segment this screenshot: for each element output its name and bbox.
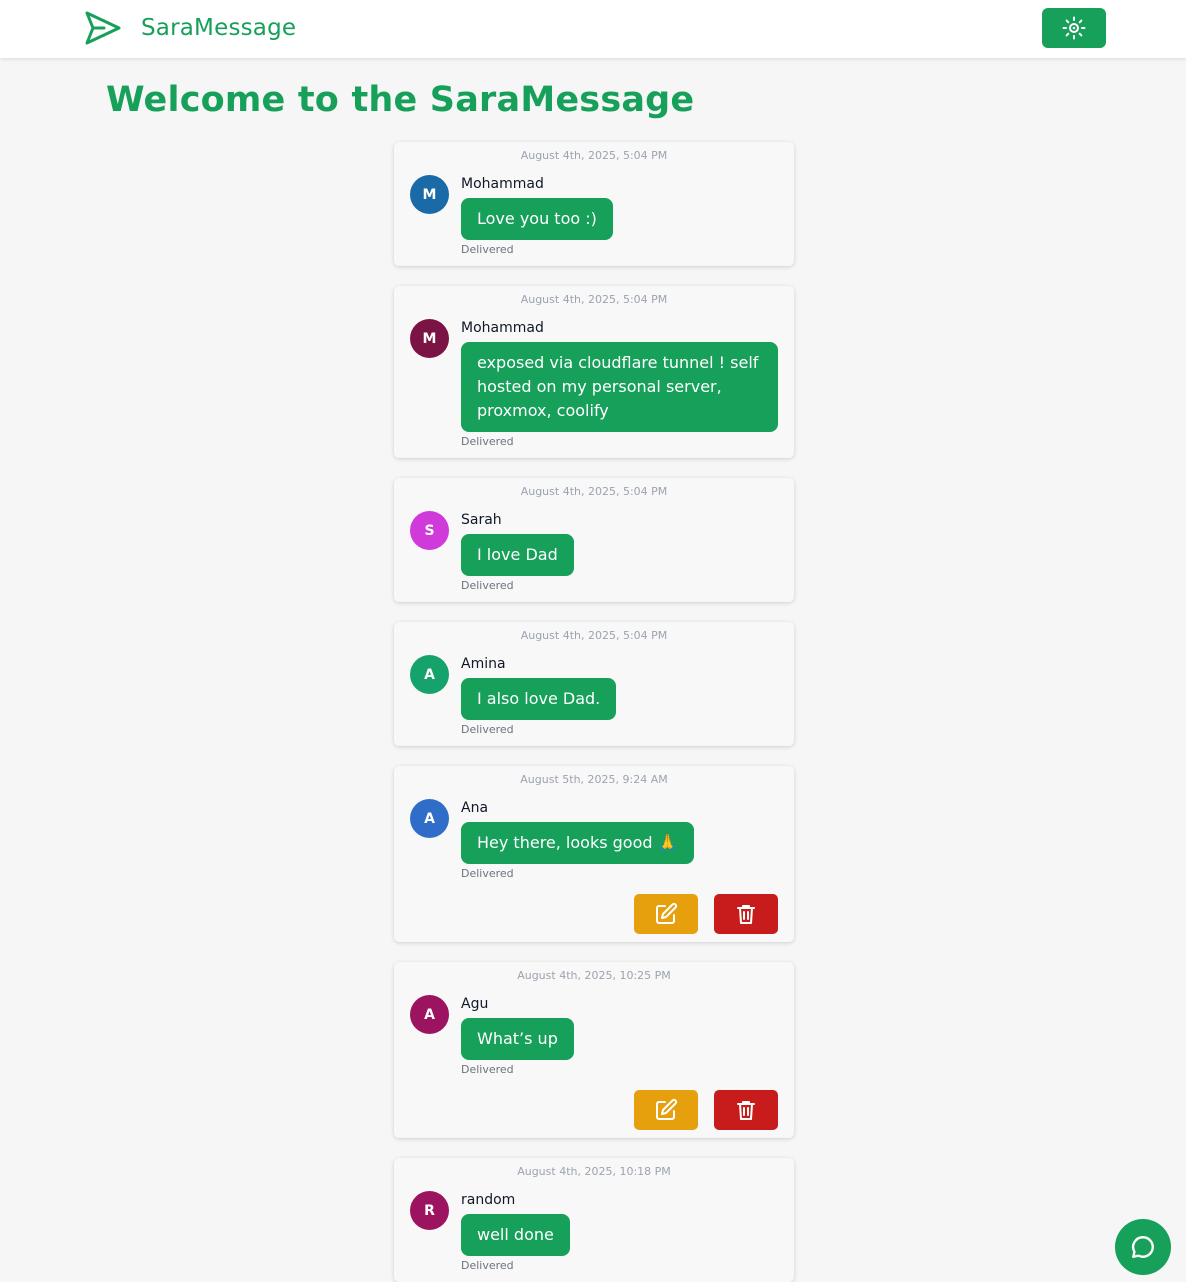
top-navbar: SaraMessage [0, 0, 1186, 58]
delivery-status: Delivered [461, 723, 514, 736]
avatar: A [410, 995, 449, 1034]
avatar: M [410, 319, 449, 358]
sender-name: random [461, 1192, 516, 1208]
message-card: August 5th, 2025, 9:24 AM A Ana Hey ther… [394, 766, 794, 942]
message-timestamp: August 5th, 2025, 9:24 AM [520, 773, 668, 786]
message-timestamp: August 4th, 2025, 5:04 PM [520, 485, 668, 498]
message-timestamp: August 4th, 2025, 10:18 PM [517, 1165, 671, 1178]
avatar: M [410, 175, 449, 214]
trash-icon [737, 1101, 755, 1120]
message-timestamp: August 4th, 2025, 5:04 PM [520, 629, 668, 642]
message-card: August 4th, 2025, 5:04 PM S Sarah I love… [394, 478, 794, 602]
sender-name: Mohammad [461, 176, 544, 192]
message-bubble: I love Dad [461, 534, 574, 576]
message-bubble: well done [461, 1214, 570, 1256]
page-title: Welcome to the SaraMessage [106, 80, 695, 120]
avatar: A [410, 655, 449, 694]
sender-name: Ana [461, 800, 489, 816]
open-chat-button[interactable] [1115, 1219, 1171, 1275]
trash-icon [737, 905, 755, 924]
message-timestamp: August 4th, 2025, 5:04 PM [520, 293, 668, 306]
message-card: August 4th, 2025, 5:04 PM A Amina I also… [394, 622, 794, 746]
chat-bubble-icon [1131, 1236, 1154, 1258]
edit-icon [656, 902, 678, 924]
message-bubble: What’s up [461, 1018, 574, 1060]
delivery-status: Delivered [461, 1259, 514, 1272]
message-timestamp: August 4th, 2025, 5:04 PM [520, 149, 668, 162]
brand-logo[interactable]: SaraMessage [84, 10, 296, 46]
message-bubble: Love you too :) [461, 198, 613, 240]
edit-message-button[interactable] [634, 1090, 698, 1130]
delivery-status: Delivered [461, 867, 514, 880]
message-bubble: I also love Dad. [461, 678, 617, 720]
message-card: August 4th, 2025, 10:25 PM A Agu What’s … [394, 962, 794, 1138]
sun-icon [1062, 16, 1086, 40]
sender-name: Agu [461, 996, 489, 1012]
message-bubble: Hey there, looks good 🙏 [461, 822, 694, 864]
message-card: August 4th, 2025, 5:04 PM M Mohammad Lov… [394, 142, 794, 266]
sender-name: Sarah [461, 512, 502, 528]
message-bubble: exposed via cloudflare tunnel ! self hos… [461, 342, 778, 432]
sender-name: Amina [461, 656, 506, 672]
message-timestamp: August 4th, 2025, 10:25 PM [517, 969, 671, 982]
avatar: R [410, 1191, 449, 1230]
sender-name: Mohammad [461, 320, 544, 336]
edit-message-button[interactable] [634, 894, 698, 934]
paper-plane-icon [85, 11, 121, 45]
avatar: A [410, 799, 449, 838]
message-card: August 4th, 2025, 10:18 PM R random well… [394, 1158, 794, 1282]
delivery-status: Delivered [461, 243, 514, 256]
delete-message-button[interactable] [714, 894, 778, 934]
delivery-status: Delivered [461, 435, 514, 448]
delivery-status: Delivered [461, 579, 514, 592]
delivery-status: Delivered [461, 1063, 514, 1076]
brand-name: SaraMessage [141, 15, 297, 41]
message-card: August 4th, 2025, 5:04 PM M Mohammad exp… [394, 286, 794, 458]
avatar: S [410, 511, 449, 550]
edit-icon [656, 1098, 678, 1120]
theme-toggle-button[interactable] [1042, 8, 1106, 48]
delete-message-button[interactable] [714, 1090, 778, 1130]
